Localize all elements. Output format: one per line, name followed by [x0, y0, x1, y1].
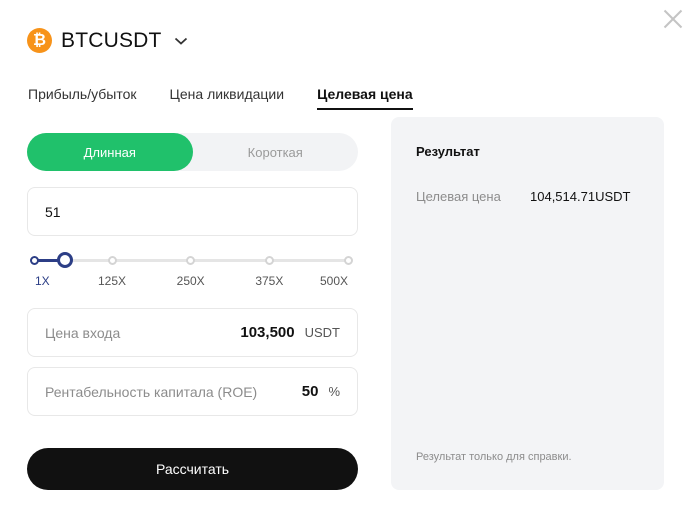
- calculate-button[interactable]: Рассчитать: [27, 448, 358, 490]
- tick-label[interactable]: 375X: [255, 274, 283, 288]
- roe-field[interactable]: Рентабельность капитала (ROE) 50 %: [27, 367, 358, 416]
- slider-mark-1x[interactable]: [29, 256, 39, 265]
- close-icon[interactable]: [662, 8, 684, 30]
- tab-liquidation-price[interactable]: Цена ликвидации: [170, 86, 285, 110]
- tick-label[interactable]: 250X: [177, 274, 205, 288]
- position-side-toggle: Длинная Короткая: [27, 133, 358, 171]
- result-title: Результат: [416, 144, 480, 159]
- entry-price-unit: USDT: [304, 325, 340, 340]
- result-panel: Результат Целевая цена 104,514.71USDT Ре…: [391, 117, 664, 490]
- target-price-value: 104,514.71USDT: [530, 189, 631, 204]
- leverage-value: 51: [45, 203, 61, 220]
- slider-tick-labels: 1X 125X 250X 375X 500X: [34, 274, 348, 288]
- roe-unit: %: [328, 384, 340, 399]
- slider-mark-375x[interactable]: [264, 256, 274, 265]
- symbol-selector[interactable]: ₿ BTCUSDT: [27, 28, 188, 53]
- roe-value[interactable]: 50: [302, 383, 319, 400]
- tick-label[interactable]: 500X: [320, 274, 348, 288]
- bitcoin-icon: ₿: [27, 28, 52, 53]
- tick-label[interactable]: 125X: [98, 274, 126, 288]
- result-row: Целевая цена 104,514.71USDT: [416, 189, 646, 204]
- slider-mark-125x[interactable]: [107, 256, 117, 265]
- long-button[interactable]: Длинная: [27, 133, 193, 171]
- short-button[interactable]: Короткая: [193, 133, 359, 171]
- roe-label: Рентабельность капитала (ROE): [45, 383, 258, 400]
- entry-price-field[interactable]: Цена входа 103,500 USDT: [27, 308, 358, 357]
- slider-mark-500x[interactable]: [343, 256, 353, 265]
- leverage-input[interactable]: 51: [27, 187, 358, 236]
- entry-price-label: Цена входа: [45, 324, 121, 341]
- symbol-name: BTCUSDT: [61, 28, 162, 52]
- leverage-slider[interactable]: [29, 252, 353, 269]
- tab-pnl[interactable]: Прибыль/убыток: [28, 86, 137, 110]
- calculator-tabs: Прибыль/убыток Цена ликвидации Целевая ц…: [28, 86, 446, 110]
- chevron-down-icon: [174, 37, 187, 45]
- slider-mark-250x[interactable]: [186, 256, 196, 265]
- result-disclaimer: Результат только для справки.: [416, 451, 572, 463]
- tab-target-price[interactable]: Целевая цена: [317, 86, 413, 110]
- tick-label[interactable]: 1X: [35, 274, 50, 288]
- target-price-label: Целевая цена: [416, 189, 501, 204]
- slider-handle[interactable]: [57, 252, 74, 268]
- entry-price-value[interactable]: 103,500: [240, 324, 294, 341]
